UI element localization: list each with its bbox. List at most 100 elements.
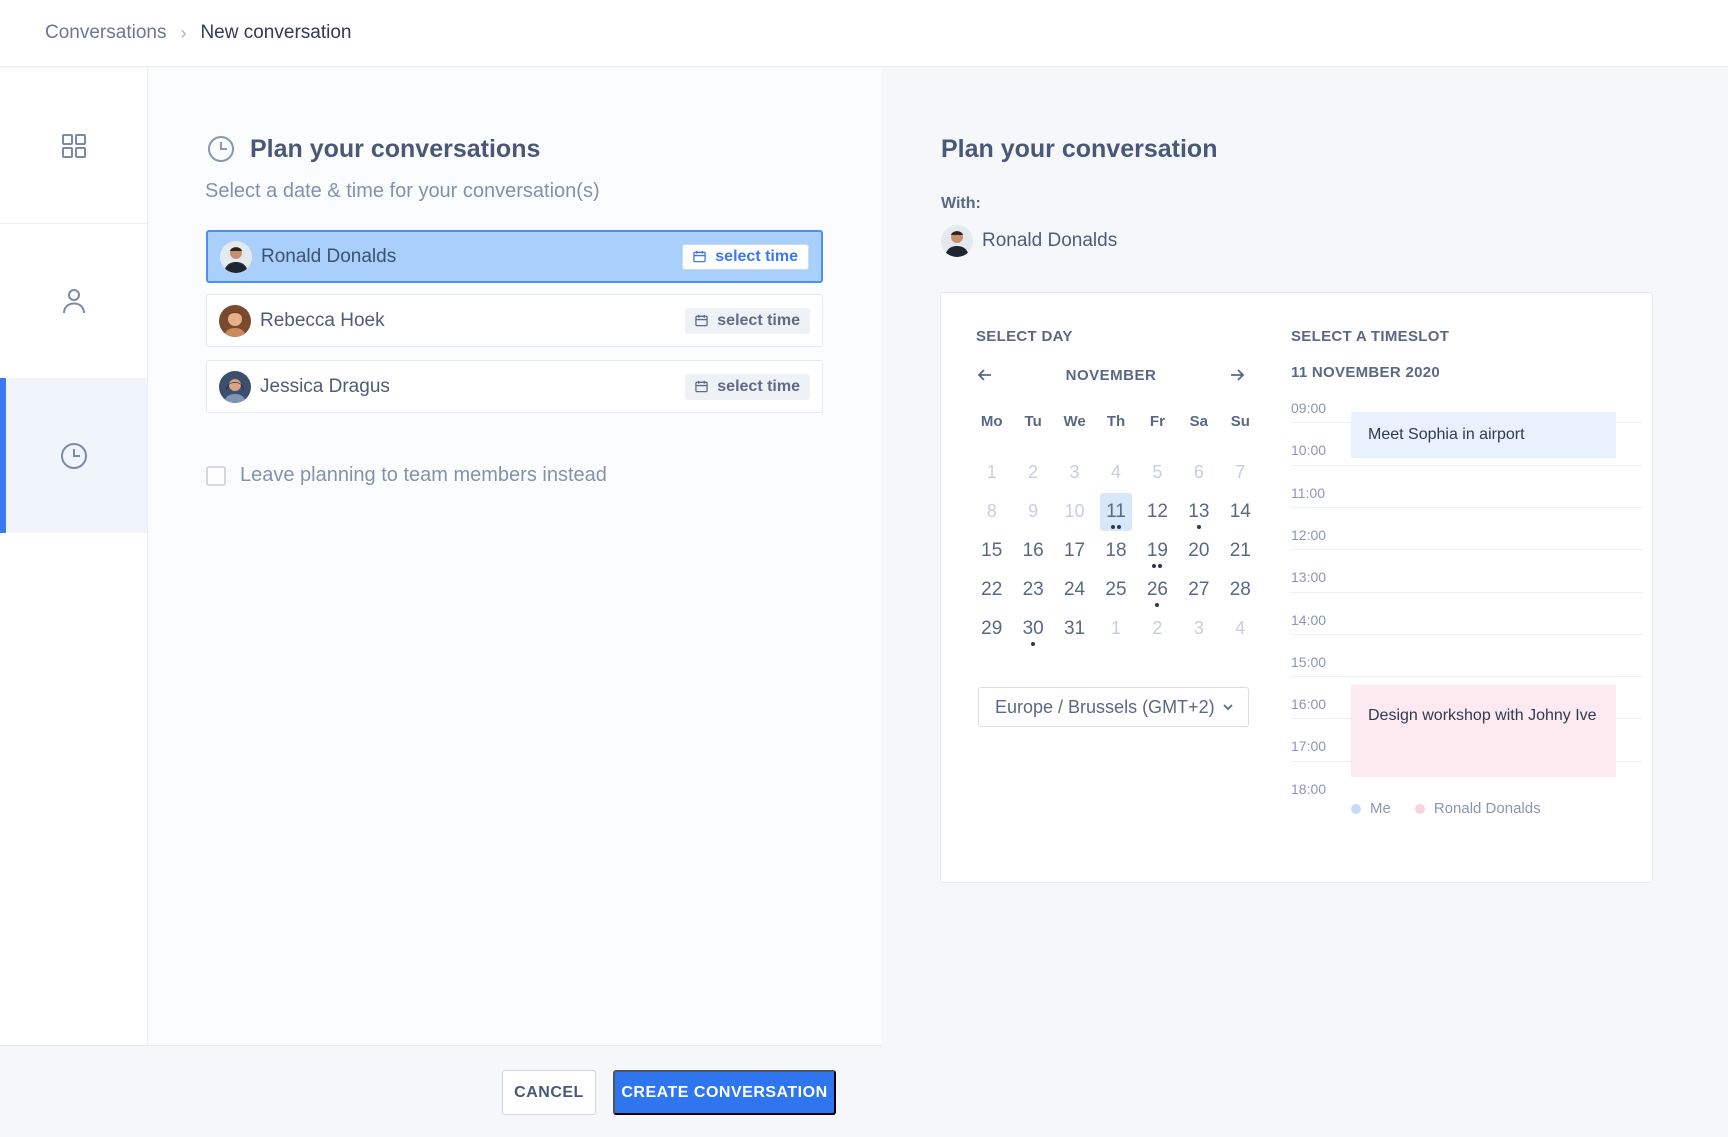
timezone-select[interactable]: Europe / Brussels (GMT+2) (978, 687, 1249, 727)
hour-label: 16:00 (1291, 696, 1327, 713)
event-design-workshop[interactable]: Design workshop with Johny Ive (1351, 685, 1616, 777)
hour-label: 15:00 (1291, 653, 1327, 670)
timezone-value: Europe / Brussels (GMT+2) (995, 696, 1215, 717)
calendar-day[interactable]: 12 (1137, 492, 1178, 531)
timeslot-date: 11 NOVEMBER 2020 (1291, 364, 1441, 381)
arrow-right-icon[interactable] (1227, 365, 1247, 385)
calendar-day: 1 (1110, 618, 1121, 638)
event-indicator (1095, 525, 1136, 529)
avatar (220, 240, 252, 273)
calendar-day: 3 (1193, 618, 1204, 638)
legend-swatch (1351, 803, 1361, 814)
calendar-day[interactable]: 28 (1220, 570, 1261, 609)
event-indicator (1137, 564, 1178, 568)
weekday-label: Mo (980, 413, 1003, 430)
breadcrumb: Conversations › New conversation (45, 22, 351, 44)
grid-icon (61, 133, 86, 158)
footer-actions: CANCEL CREATE CONVERSATION (0, 1045, 881, 1137)
panel-title: Plan your conversations (250, 134, 541, 163)
timeslot-timeline: 18:00 17:00 16:00 15:00 14:00 13:00 12:00 11:00… (1291, 400, 1643, 820)
calendar-day[interactable]: 27 (1178, 570, 1219, 609)
calendar-day[interactable]: 18 (1095, 531, 1136, 570)
calendar-day: 4 (1235, 618, 1246, 638)
avatar (219, 370, 251, 403)
select-time-button[interactable]: select time (685, 373, 810, 400)
breadcrumb-separator: › (180, 22, 187, 43)
top-bar: Conversations › New conversation (0, 0, 1728, 67)
calendar-day[interactable]: 26 (1137, 570, 1178, 609)
weekday-label: Th (1106, 413, 1126, 430)
breadcrumb-conversations-link[interactable]: Conversations (45, 22, 166, 44)
calendar-day: 4 (1110, 462, 1121, 482)
breadcrumb-current: New conversation (200, 22, 352, 43)
person-row-ronald-donalds[interactable]: Ronald Donalds select time (206, 230, 823, 283)
leave-planning-label[interactable]: Leave planning to team members instead (240, 464, 607, 487)
calendar-day: 2 (1152, 618, 1163, 638)
calendar-day[interactable]: 13 (1178, 492, 1219, 531)
hour-label: 18:00 (1291, 780, 1327, 797)
person-name: Ronald Donalds (261, 245, 397, 267)
event-meet-sophia[interactable]: Meet Sophia in airport (1351, 412, 1616, 458)
calendar-day[interactable]: 29 (971, 609, 1012, 648)
avatar (941, 225, 973, 257)
nav-item-participants[interactable] (0, 223, 147, 379)
hour-label: 10:00 (1291, 442, 1327, 459)
user-icon (62, 288, 85, 313)
month-label: NOVEMBER (1065, 366, 1157, 384)
arrow-left-icon[interactable] (975, 365, 995, 385)
hour-label: 17:00 (1291, 738, 1327, 755)
hour-divider (1291, 464, 1643, 466)
legend-item-me: Me (1351, 800, 1391, 817)
calendar-day[interactable]: 19 (1137, 531, 1178, 570)
select-time-button[interactable]: select time (685, 307, 810, 334)
calendar-day[interactable]: 31 (1054, 609, 1095, 648)
calendar-icon (693, 250, 707, 263)
calendar-day[interactable]: 22 (971, 570, 1012, 609)
calendar-day: 8 (986, 501, 997, 521)
weekday-label: We (1063, 413, 1086, 430)
calendar-day[interactable]: 30 (1012, 609, 1053, 648)
with-label: With: (941, 195, 981, 212)
nav-item-planning[interactable] (0, 378, 147, 533)
person-row-jessica-dragus[interactable]: Jessica Dragus select time (206, 360, 823, 413)
calendar-day[interactable]: 21 (1220, 531, 1261, 570)
select-time-button[interactable]: select time (682, 243, 809, 270)
hour-label: 11:00 (1291, 484, 1325, 501)
nav-item-overview[interactable] (0, 68, 147, 224)
side-nav (0, 68, 148, 1045)
calendar-day: 7 (1235, 462, 1246, 482)
cancel-button[interactable]: CANCEL (502, 1070, 596, 1115)
clock-icon (60, 442, 87, 469)
event-indicator (1012, 642, 1053, 646)
person-name: Jessica Dragus (260, 375, 390, 397)
person-row-rebecca-hoek[interactable]: Rebecca Hoek select time (206, 294, 823, 347)
select-timeslot-heading: SELECT A TIMESLOT (1291, 328, 1450, 345)
calendar-day[interactable]: 23 (1012, 570, 1053, 609)
hour-label: 12:00 (1291, 526, 1327, 543)
calendar-day[interactable]: 17 (1054, 531, 1095, 570)
hour-divider (1291, 591, 1643, 593)
calendar-icon (695, 314, 709, 327)
select-time-label: select time (717, 377, 800, 395)
event-indicator (1178, 525, 1219, 529)
panel-header: Plan your conversations (206, 134, 540, 164)
calendar-day[interactable]: 14 (1220, 492, 1261, 531)
calendar-day: 1 (986, 462, 997, 482)
calendar-day-selected[interactable]: 11 (1095, 492, 1136, 531)
legend-item-ronald: Ronald Donalds (1414, 800, 1541, 817)
calendar-day[interactable]: 25 (1095, 570, 1136, 609)
calendar-day[interactable]: 15 (971, 531, 1012, 570)
calendar-day: 3 (1069, 462, 1080, 482)
leave-planning-option[interactable]: Leave planning to team members instead (206, 464, 607, 487)
with-person: Ronald Donalds (941, 225, 1117, 257)
calendar-day[interactable]: 24 (1054, 570, 1095, 609)
day-grid: 1 2 3 4 5 6 7 8 9 10 11 12 13 14 15 16 17 18 19 20 21 22 23 24 2… (971, 453, 1261, 648)
leave-planning-checkbox[interactable] (206, 465, 226, 486)
avatar (219, 304, 251, 337)
create-conversation-button[interactable]: CREATE CONVERSATION (613, 1070, 836, 1115)
calendar-day[interactable]: 20 (1178, 531, 1219, 570)
panel-subtitle: Select a date & time for your conversati… (205, 180, 600, 202)
hour-label: 13:00 (1291, 569, 1327, 586)
calendar-day: 10 (1064, 501, 1085, 521)
calendar-day[interactable]: 16 (1012, 531, 1053, 570)
